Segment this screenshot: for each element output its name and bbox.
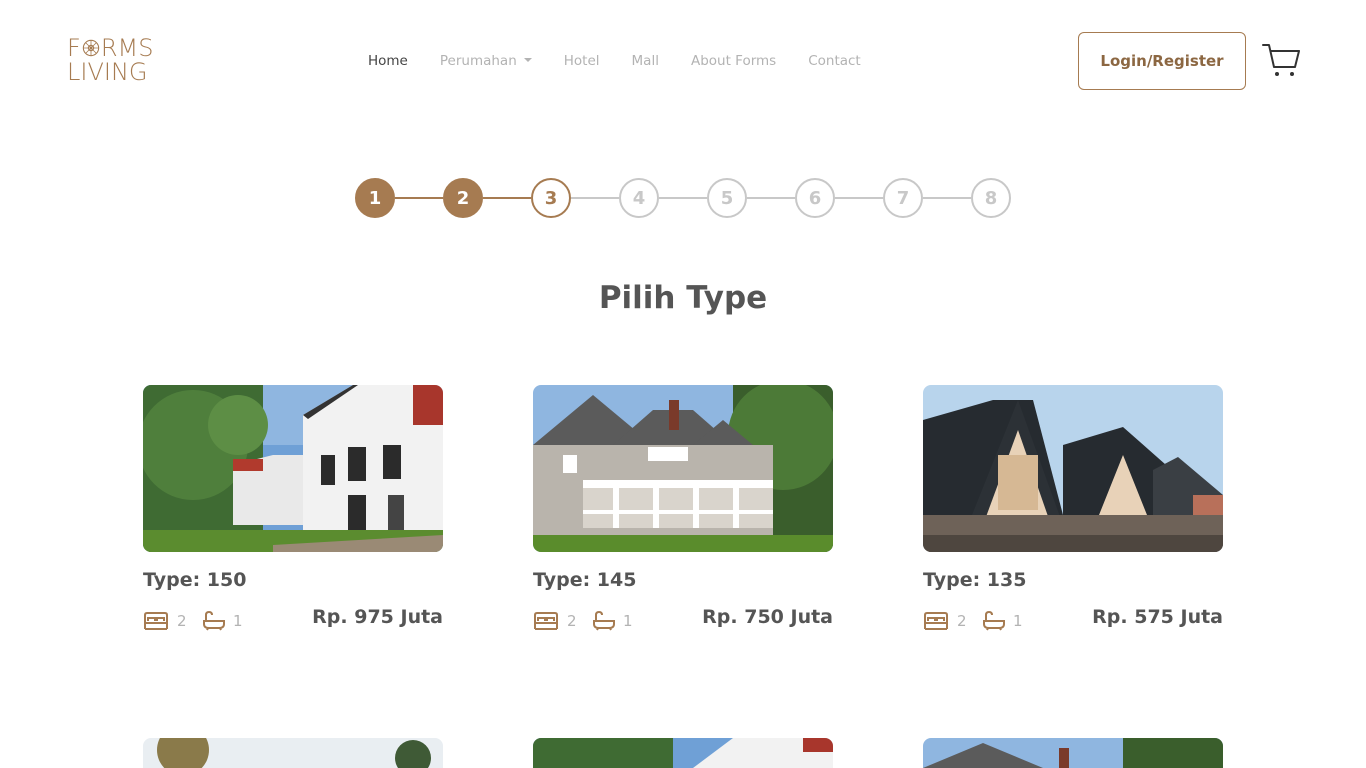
nav-about[interactable]: About Forms — [691, 52, 776, 70]
card-price: Rp. 975 Juta — [312, 606, 443, 628]
bed-count-value: 2 — [567, 612, 577, 630]
card-price: Rp. 750 Juta — [702, 606, 833, 628]
logo-mark-icon — [82, 39, 100, 57]
bed-count: 2 — [533, 611, 577, 631]
bed-icon — [924, 612, 948, 630]
step-4: 4 — [619, 178, 659, 218]
bed-icon — [534, 612, 558, 630]
logo-line-2: LIVING — [67, 58, 148, 86]
bathtub-icon — [983, 611, 1005, 631]
step-connector — [747, 197, 795, 199]
bed-icon — [144, 612, 168, 630]
card-price: Rp. 575 Juta — [1092, 606, 1223, 628]
nav-perumahan-label: Perumahan — [439, 53, 517, 69]
brand-logo[interactable]: F RMS LIVING — [67, 36, 171, 84]
step-connector — [395, 197, 443, 199]
type-card[interactable]: Type: 135 2 1 Rp. 575 Juta — [923, 385, 1223, 632]
bed-count: 2 — [923, 611, 967, 631]
step-5: 5 — [707, 178, 747, 218]
house-image[interactable] — [533, 385, 833, 552]
type-card[interactable]: Type: 145 2 1 Rp. 750 Juta — [533, 385, 833, 632]
bath-count: 1 — [983, 611, 1023, 631]
bathtub-icon — [203, 611, 225, 631]
step-3[interactable]: 3 — [531, 178, 571, 218]
step-connector — [659, 197, 707, 199]
bath-count-value: 1 — [623, 612, 633, 630]
chevron-down-icon — [523, 58, 532, 62]
bath-count: 1 — [203, 611, 243, 631]
step-6: 6 — [795, 178, 835, 218]
card-type-label: Type: 150 — [143, 569, 247, 591]
step-1[interactable]: 1 — [355, 178, 395, 218]
house-image[interactable] — [533, 738, 833, 768]
card-type-label: Type: 145 — [533, 569, 637, 591]
step-connector — [571, 197, 619, 199]
house-image[interactable] — [143, 385, 443, 552]
bed-count-value: 2 — [177, 612, 187, 630]
card-meta: 2 1 Rp. 975 Juta — [143, 606, 443, 632]
card-meta: 2 1 Rp. 750 Juta — [533, 606, 833, 632]
house-image[interactable] — [143, 738, 443, 768]
step-progress: 1 2 3 4 5 6 7 8 — [355, 178, 1011, 218]
step-connector — [835, 197, 883, 199]
cart-icon[interactable] — [1261, 40, 1301, 80]
nav-home[interactable]: Home — [368, 52, 408, 70]
bed-count-value: 2 — [957, 612, 967, 630]
step-connector — [483, 197, 531, 199]
bath-count: 1 — [593, 611, 633, 631]
bed-count: 2 — [143, 611, 187, 631]
nav-perumahan[interactable]: Perumahan — [440, 52, 532, 70]
bathtub-icon — [593, 611, 615, 631]
step-7: 7 — [883, 178, 923, 218]
step-8: 8 — [971, 178, 1011, 218]
type-card[interactable]: Type: 150 2 1 Rp. 975 Juta — [143, 385, 443, 632]
nav-hotel[interactable]: Hotel — [564, 52, 600, 70]
main-nav: Home Perumahan Hotel Mall About Forms Co… — [368, 52, 861, 70]
bath-count-value: 1 — [233, 612, 243, 630]
card-type-label: Type: 135 — [923, 569, 1027, 591]
house-image[interactable] — [923, 738, 1223, 768]
login-register-button[interactable]: Login/Register — [1078, 32, 1246, 90]
step-connector — [923, 197, 971, 199]
card-meta: 2 1 Rp. 575 Juta — [923, 606, 1223, 632]
bath-count-value: 1 — [1013, 612, 1023, 630]
nav-mall[interactable]: Mall — [632, 52, 659, 70]
nav-contact[interactable]: Contact — [808, 52, 861, 70]
step-2[interactable]: 2 — [443, 178, 483, 218]
page-title: Pilih Type — [598, 280, 768, 316]
logo-line-1: F RMS — [67, 34, 154, 62]
house-image[interactable] — [923, 385, 1223, 552]
